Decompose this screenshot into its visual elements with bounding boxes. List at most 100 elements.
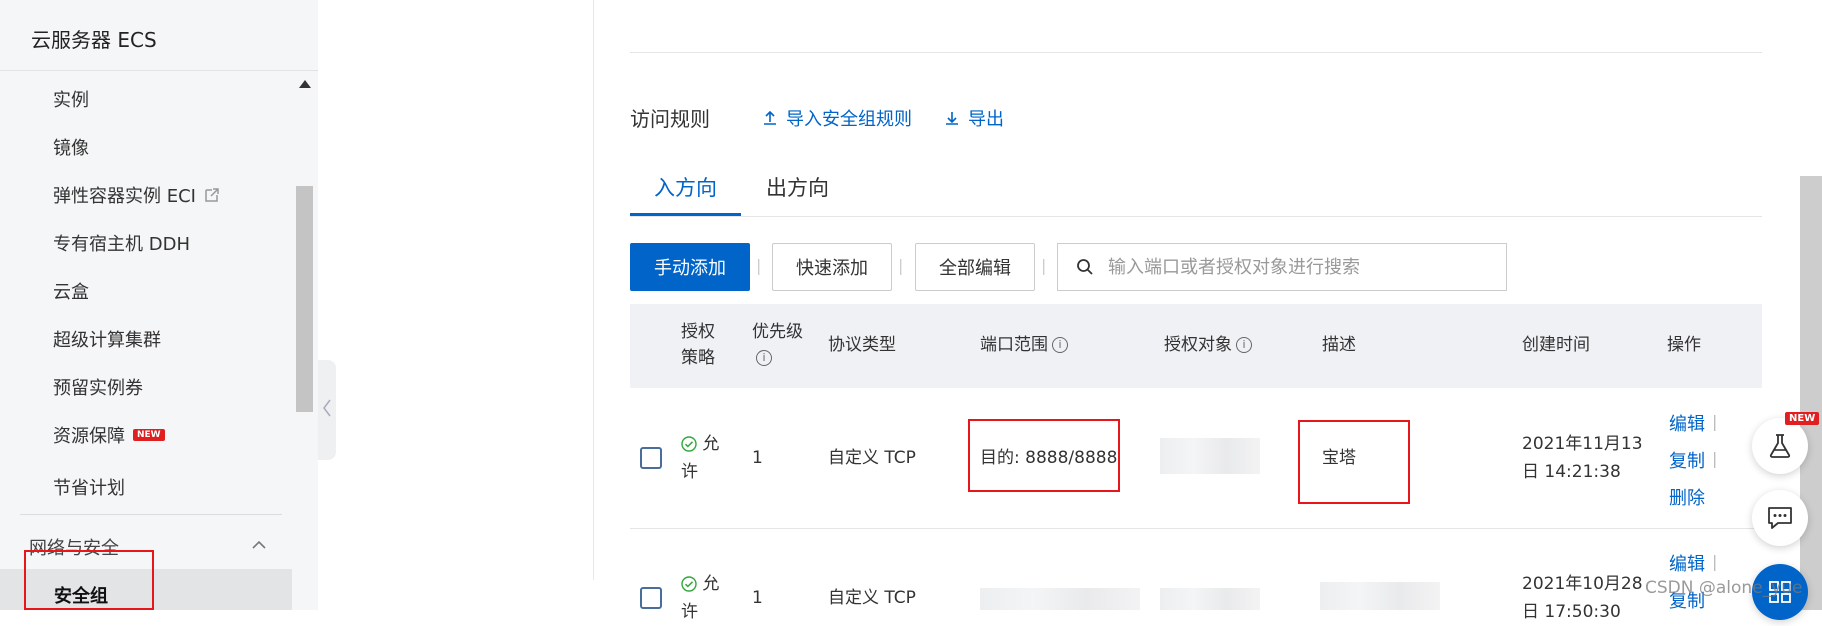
column-header-label: 策略 bbox=[681, 348, 715, 368]
created-time: 日 14:21:38 bbox=[1522, 462, 1621, 482]
sidebar-scrollbar-thumb[interactable] bbox=[296, 186, 313, 412]
toolbar-separator: | bbox=[756, 256, 762, 275]
policy-label: 允 bbox=[702, 434, 720, 454]
sidebar-item-label: 资源保障 bbox=[53, 426, 125, 447]
edit-link[interactable]: 编辑 bbox=[1669, 550, 1705, 576]
policy-label: 允 bbox=[702, 574, 720, 594]
action-separator: | bbox=[1712, 449, 1718, 468]
column-header-protocol: 协议类型 bbox=[828, 335, 896, 355]
row-checkbox[interactable] bbox=[640, 587, 662, 609]
highlight-box bbox=[24, 550, 154, 610]
info-icon[interactable]: i bbox=[1052, 337, 1068, 353]
flask-icon bbox=[1769, 434, 1791, 458]
redacted-auth-object bbox=[1160, 588, 1260, 610]
tabs-divider bbox=[630, 216, 1762, 217]
search-input[interactable] bbox=[1106, 255, 1490, 279]
edit-all-button[interactable]: 全部编辑 bbox=[915, 243, 1035, 291]
column-header-actions: 操作 bbox=[1667, 335, 1701, 355]
policy-label: 许 bbox=[681, 462, 698, 482]
redacted-auth-object bbox=[1160, 438, 1260, 474]
sidebar-item-supercomputing[interactable]: 超级计算集群 bbox=[53, 326, 161, 352]
column-header-auth-object: 授权对象 i bbox=[1164, 332, 1252, 358]
new-badge: NEW bbox=[133, 429, 165, 441]
section-divider bbox=[20, 514, 282, 515]
sidebar-item-label: 预留实例券 bbox=[53, 378, 143, 399]
chevron-up-icon[interactable] bbox=[252, 538, 266, 552]
delete-link[interactable]: 删除 bbox=[1669, 484, 1705, 510]
sidebar-item-label: 镜像 bbox=[53, 138, 89, 159]
column-header-priority: 优先级 i bbox=[752, 319, 803, 371]
sidebar-item-eci[interactable]: 弹性容器实例 ECI bbox=[53, 182, 220, 208]
active-tab-indicator bbox=[630, 213, 741, 216]
check-circle-icon bbox=[681, 576, 697, 592]
access-rules-title: 访问规则 bbox=[630, 107, 710, 131]
sidebar-item-reserved[interactable]: 预留实例券 bbox=[53, 374, 143, 400]
column-header-label: 授权对象 bbox=[1164, 335, 1232, 355]
action-separator: | bbox=[1712, 552, 1718, 571]
download-icon bbox=[946, 112, 958, 125]
column-header-policy: 授权 策略 bbox=[681, 319, 715, 371]
policy-label: 许 bbox=[681, 602, 698, 622]
sidebar-item-label: 实例 bbox=[53, 90, 89, 111]
created-date: 2021年11月13 bbox=[1522, 434, 1643, 454]
sidebar-item-savings-plan[interactable]: 节省计划 bbox=[53, 474, 125, 500]
toolbar-separator: | bbox=[1041, 256, 1047, 275]
created-date: 2021年10月28 bbox=[1522, 574, 1643, 594]
priority-cell: 1 bbox=[752, 448, 763, 468]
sidebar-item-images[interactable]: 镜像 bbox=[53, 134, 89, 160]
priority-cell: 1 bbox=[752, 588, 763, 608]
page-scrollbar-thumb[interactable] bbox=[1800, 176, 1822, 610]
chevron-left-icon[interactable] bbox=[322, 398, 332, 418]
tab-inbound[interactable]: 入方向 bbox=[654, 172, 717, 202]
sidebar-item-label: 云盒 bbox=[53, 282, 89, 303]
sidebar-item-resource-guarantee[interactable]: 资源保障 NEW bbox=[53, 422, 165, 448]
sidebar-item-cloudbox[interactable]: 云盒 bbox=[53, 278, 89, 304]
column-header-label: 端口范围 bbox=[980, 335, 1048, 355]
copy-link[interactable]: 复制 bbox=[1669, 447, 1705, 473]
sidebar-item-label: 弹性容器实例 ECI bbox=[53, 186, 196, 207]
content-border bbox=[593, 0, 594, 580]
info-icon[interactable]: i bbox=[1236, 337, 1252, 353]
upload-icon bbox=[764, 110, 776, 125]
column-header-label: 授权 bbox=[681, 322, 715, 342]
tab-outbound[interactable]: 出方向 bbox=[766, 172, 829, 202]
column-header-port-range: 端口范围 i bbox=[980, 332, 1068, 358]
sidebar-item-label: 超级计算集群 bbox=[53, 330, 161, 351]
search-icon bbox=[1077, 259, 1093, 275]
quick-add-button[interactable]: 快速添加 bbox=[772, 243, 892, 291]
export-link[interactable]: 导出 bbox=[944, 105, 1004, 131]
created-cell: 2021年10月28 日 17:50:30 bbox=[1522, 570, 1643, 626]
manual-add-button[interactable]: 手动添加 bbox=[630, 243, 750, 291]
toolbar-separator: | bbox=[898, 256, 904, 275]
policy-cell: 允 许 bbox=[681, 570, 719, 626]
column-header-description: 描述 bbox=[1322, 335, 1356, 355]
row-divider bbox=[630, 528, 1762, 529]
new-badge: NEW bbox=[1785, 412, 1820, 425]
import-rules-link[interactable]: 导入安全组规则 bbox=[762, 105, 912, 131]
row-checkbox[interactable] bbox=[640, 447, 662, 469]
sidebar-item-instances[interactable]: 实例 bbox=[53, 86, 89, 112]
policy-cell: 允 许 bbox=[681, 430, 719, 486]
protocol-cell: 自定义 TCP bbox=[828, 588, 916, 608]
info-icon[interactable]: i bbox=[756, 350, 772, 366]
chat-icon bbox=[1768, 507, 1792, 529]
redacted-description bbox=[1320, 582, 1440, 610]
redacted-port-range bbox=[980, 588, 1140, 610]
check-circle-icon bbox=[681, 436, 697, 452]
watermark: CSDN @alone_yue bbox=[1645, 578, 1803, 598]
sidebar-item-label: 专有宿主机 DDH bbox=[53, 234, 190, 255]
feedback-chat-button[interactable] bbox=[1752, 490, 1808, 546]
sidebar-title: 云服务器 ECS bbox=[31, 28, 157, 52]
sidebar-item-ddh[interactable]: 专有宿主机 DDH bbox=[53, 230, 190, 256]
column-header-created: 创建时间 bbox=[1522, 335, 1590, 355]
sidebar-divider bbox=[0, 70, 318, 71]
highlight-box bbox=[968, 419, 1120, 492]
sidebar: 云服务器 ECS 实例 镜像 弹性容器实例 ECI 专有宿主机 DDH 云盒 超… bbox=[0, 0, 318, 610]
scroll-up-arrow-icon[interactable] bbox=[299, 80, 311, 88]
divider bbox=[630, 52, 1762, 53]
column-header-label: 优先级 bbox=[752, 322, 803, 342]
export-label: 导出 bbox=[968, 109, 1004, 130]
edit-link[interactable]: 编辑 bbox=[1669, 410, 1705, 436]
beta-lab-button[interactable] bbox=[1752, 418, 1808, 474]
search-box[interactable] bbox=[1057, 243, 1507, 291]
